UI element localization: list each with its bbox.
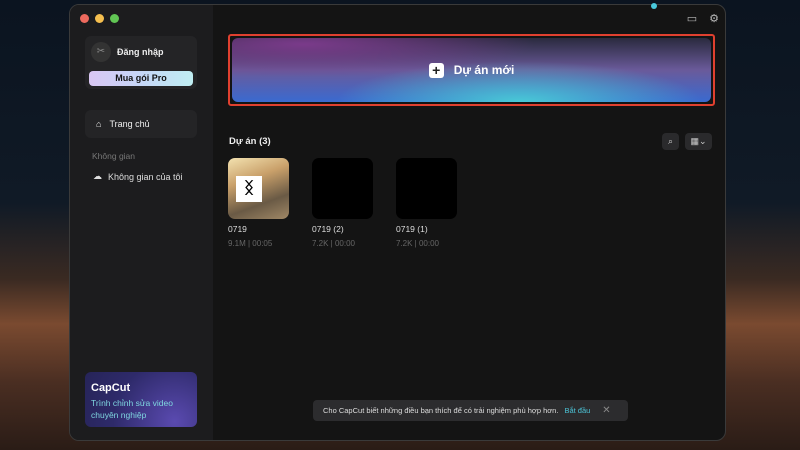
project-card[interactable]: 0719 (1) 7.2K | 00:00: [396, 158, 458, 248]
capcut-window: ✂ Đăng nhập Mua gói Pro ⌂ Trang chủ Khôn…: [69, 4, 726, 441]
window-controls: [80, 14, 119, 23]
toast-start-link[interactable]: Bắt đầu: [564, 406, 590, 415]
minimize-button[interactable]: [95, 14, 104, 23]
close-icon[interactable]: ✕: [602, 405, 610, 416]
project-card[interactable]: 0719 (2) 7.2K | 00:00: [312, 158, 374, 248]
capcut-logo-icon: ᛝ: [236, 176, 262, 202]
sidebar-item-label: Trang chủ: [109, 119, 150, 129]
promo-title: CapCut: [91, 382, 131, 394]
promo-banner[interactable]: CapCut Trình chỉnh sửa video chuyên nghi…: [85, 372, 197, 427]
new-project-button[interactable]: + Dự án mới: [228, 34, 715, 106]
sidebar-item-my-space[interactable]: ☁ Không gian của tôi: [93, 171, 183, 182]
sidebar: ✂ Đăng nhập Mua gói Pro ⌂ Trang chủ Khôn…: [70, 5, 213, 440]
project-meta: 7.2K | 00:00: [312, 239, 355, 248]
sidebar-item-home[interactable]: ⌂ Trang chủ: [85, 110, 197, 138]
project-thumbnail: [396, 158, 457, 219]
project-name: 0719 (1): [396, 224, 428, 234]
plus-icon: +: [428, 62, 444, 78]
cloud-icon: ☁: [93, 171, 102, 181]
project-card[interactable]: ᛝ 0719 9.1M | 00:05: [228, 158, 290, 248]
maximize-button[interactable]: [110, 14, 119, 23]
login-link[interactable]: Đăng nhập: [117, 47, 164, 57]
close-button[interactable]: [80, 14, 89, 23]
view-toggle-icon[interactable]: ▦⌄: [685, 133, 712, 150]
buy-pro-button[interactable]: Mua gói Pro: [89, 71, 193, 86]
settings-icon[interactable]: ⚙: [709, 12, 719, 25]
feedback-toast: Cho CapCut biết những điều bạn thích để …: [313, 400, 628, 421]
toast-message: Cho CapCut biết những điều bạn thích để …: [323, 406, 559, 415]
project-thumbnail: ᛝ: [228, 158, 289, 219]
search-icon[interactable]: ⌕: [662, 133, 679, 150]
promo-subtitle: Trình chỉnh sửa video chuyên nghiệp: [91, 398, 173, 420]
projects-header: Dự án (3): [229, 136, 271, 147]
home-icon: ⌂: [96, 119, 102, 129]
avatar-icon[interactable]: ✂: [91, 42, 111, 62]
account-card: ✂ Đăng nhập Mua gói Pro: [85, 36, 197, 89]
project-meta: 7.2K | 00:00: [396, 239, 439, 248]
top-toolbar: ▭ ⚙: [687, 12, 719, 25]
project-name: 0719 (2): [312, 224, 344, 234]
new-project-label: Dự án mới: [453, 63, 515, 77]
project-name: 0719: [228, 224, 247, 234]
sidebar-item-label: Không gian của tôi: [108, 171, 183, 182]
section-label: Không gian: [92, 151, 136, 161]
project-meta: 9.1M | 00:05: [228, 239, 273, 248]
project-thumbnail: [312, 158, 373, 219]
notification-dot: [651, 3, 657, 9]
project-tools: ⌕ ▦⌄: [662, 133, 712, 150]
feedback-icon[interactable]: ▭: [687, 12, 697, 25]
